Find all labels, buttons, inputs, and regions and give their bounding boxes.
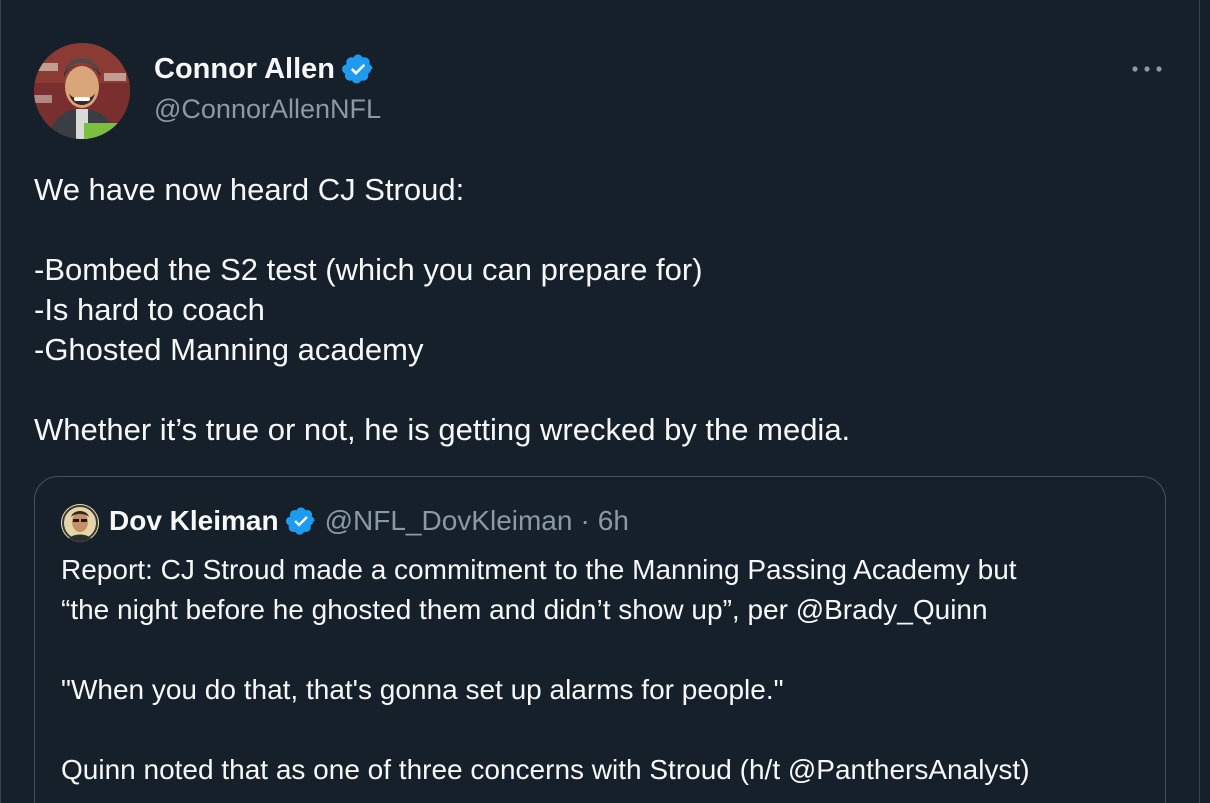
quoted-author-name[interactable]: Dov Kleiman xyxy=(109,505,279,537)
tweet-text-line: -Is hard to coach xyxy=(34,292,265,327)
more-options-button[interactable] xyxy=(1127,56,1167,82)
author-name-row[interactable]: Connor Allen xyxy=(154,52,375,86)
tweet-text-line xyxy=(34,370,1174,410)
tweet-text-line: We have now heard CJ Stroud: xyxy=(34,172,465,207)
quoted-tweet-timestamp[interactable]: 6h xyxy=(598,505,629,537)
quoted-text-line: “the night before he ghosted them and di… xyxy=(61,594,988,625)
quoted-text-line xyxy=(61,630,1151,670)
more-horizontal-icon xyxy=(1132,66,1162,72)
tweet: Connor Allen @ConnorAllenNFL We have now… xyxy=(0,0,1200,803)
author-handle[interactable]: @ConnorAllenNFL xyxy=(154,94,381,125)
quoted-text-line: Report: CJ Stroud made a commitment to t… xyxy=(61,554,1017,585)
quoted-tweet-header: Dov Kleiman @NFL_DovKleiman · 6h xyxy=(109,505,629,537)
quoted-text-line: Quinn noted that as one of three concern… xyxy=(61,754,1030,785)
quoted-text-line xyxy=(61,710,1151,750)
separator-dot: · xyxy=(580,505,590,536)
tweet-text-line xyxy=(34,210,1174,250)
tweet-text-line: -Ghosted Manning academy xyxy=(34,332,424,367)
tweet-text-line: -Bombed the S2 test (which you can prepa… xyxy=(34,252,703,287)
quoted-tweet-text: Report: CJ Stroud made a commitment to t… xyxy=(61,550,1151,790)
quoted-tweet-card[interactable]: Dov Kleiman @NFL_DovKleiman · 6h Report:… xyxy=(34,476,1166,803)
tweet-text-line: Whether it’s true or not, he is getting … xyxy=(34,412,851,447)
author-avatar[interactable] xyxy=(34,43,130,139)
verified-badge-icon xyxy=(341,52,375,86)
verified-badge-icon xyxy=(285,505,317,537)
quoted-author-avatar[interactable] xyxy=(61,504,99,542)
author-name[interactable]: Connor Allen xyxy=(154,53,335,86)
tweet-text: We have now heard CJ Stroud: -Bombed the… xyxy=(34,170,1174,450)
quoted-author-handle[interactable]: @NFL_DovKleiman xyxy=(325,505,573,537)
quoted-text-line: "When you do that, that's gonna set up a… xyxy=(61,674,784,705)
